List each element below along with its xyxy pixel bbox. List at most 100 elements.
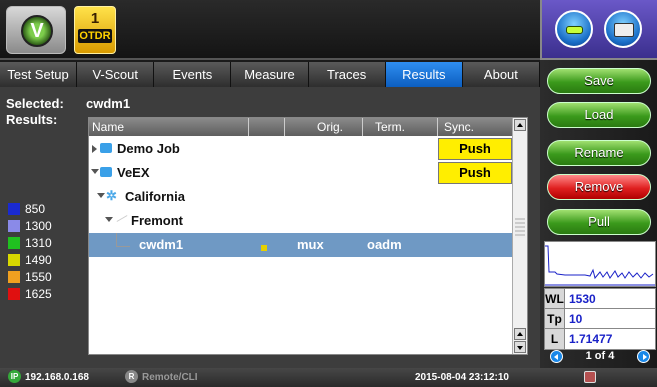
next-page-button[interactable] — [637, 350, 650, 363]
ip-status: IP 192.168.0.168 — [8, 368, 89, 387]
table-row[interactable]: Demo Job Push — [89, 137, 512, 161]
pulse-width-readout: Tp 10 — [544, 308, 656, 330]
collapse-arrow-icon[interactable] — [91, 169, 99, 174]
tab-v-scout[interactable]: V-Scout — [77, 62, 155, 87]
table-header: Name Orig. Term. Sync. — [89, 118, 512, 136]
column-header-sync[interactable]: Sync. — [438, 118, 512, 136]
results-tree-table: Name Orig. Term. Sync. Demo Job Push VeE… — [88, 117, 528, 355]
right-top-bar — [540, 0, 657, 60]
scroll-down-button[interactable] — [514, 341, 526, 353]
ip-badge-icon: IP — [8, 370, 21, 383]
legend-item: 1490 — [8, 252, 78, 268]
row-name: cwdm1 — [139, 237, 184, 252]
site-gear-icon: ✲ — [106, 188, 117, 203]
row-name: California — [125, 189, 185, 204]
column-header-blank — [249, 118, 285, 136]
wl-value: 1530 — [569, 292, 596, 306]
load-button[interactable]: Load — [547, 102, 651, 128]
tp-value: 10 — [569, 312, 583, 326]
table-row[interactable]: ✲ California — [89, 185, 512, 209]
tab-results[interactable]: Results — [385, 62, 463, 87]
datetime: 2015-08-04 23:12:10 — [415, 372, 509, 383]
table-row[interactable]: Fremont — [89, 209, 512, 233]
legend-label: 1300 — [25, 219, 52, 233]
legend-item: 1625 — [8, 286, 78, 302]
rename-button[interactable]: Rename — [547, 140, 651, 166]
legend-swatch — [8, 254, 20, 266]
top-header: V 1 OTDR — [0, 0, 540, 60]
scroll-grip[interactable] — [515, 218, 525, 238]
trace-thumbnail[interactable] — [544, 241, 656, 287]
app-logo-button[interactable]: V — [6, 6, 66, 54]
left-arrow-icon — [554, 354, 558, 360]
remove-button[interactable]: Remove — [547, 174, 651, 200]
remote-status: R Remote/CLI — [125, 368, 198, 387]
results-label: Results: — [6, 112, 58, 127]
table-row-selected[interactable]: cwdm1 mux oadm — [89, 233, 512, 257]
tree-line-icon — [116, 233, 130, 247]
table-row[interactable]: VeEX Push — [89, 161, 512, 185]
link-icon — [116, 215, 128, 222]
column-header-orig[interactable]: Orig. — [285, 118, 363, 136]
column-header-name[interactable]: Name — [89, 118, 249, 136]
vertical-scrollbar[interactable] — [512, 118, 527, 354]
expand-arrow-icon[interactable] — [92, 145, 97, 153]
collapse-arrow-icon[interactable] — [105, 217, 113, 222]
row-term: oadm — [367, 237, 402, 252]
row-orig: mux — [297, 237, 324, 252]
legend-swatch — [8, 203, 20, 215]
remote-badge-icon: R — [125, 370, 138, 383]
push-button[interactable]: Push — [438, 162, 512, 184]
wavelength-readout: WL 1530 — [544, 288, 656, 310]
legend-label: 1490 — [25, 253, 52, 267]
length-readout: L 1.71477 — [544, 328, 656, 350]
legend-swatch — [8, 271, 20, 283]
page-indicator: 1 of 4 — [585, 350, 615, 362]
l-value: 1.71477 — [569, 332, 613, 346]
tab-events[interactable]: Events — [154, 62, 232, 87]
legend-swatch — [8, 237, 20, 249]
mode-number: 1 — [90, 10, 100, 27]
legend-swatch — [8, 288, 20, 300]
minus-icon — [566, 26, 583, 34]
mode-label: OTDR — [78, 29, 112, 43]
tab-test-setup[interactable]: Test Setup — [0, 62, 78, 87]
tab-traces[interactable]: Traces — [308, 62, 386, 87]
scroll-up-button[interactable] — [514, 119, 526, 131]
legend-item: 850 — [8, 201, 78, 217]
pull-button[interactable]: Pull — [547, 209, 651, 235]
row-name: Demo Job — [117, 141, 180, 156]
l-key: L — [545, 329, 565, 349]
legend-swatch — [8, 220, 20, 232]
scroll-page-up-button[interactable] — [514, 328, 526, 340]
folder-icon — [100, 167, 112, 177]
row-name: Fremont — [131, 213, 183, 228]
folder-icon — [614, 23, 634, 37]
veex-logo-icon: V — [21, 15, 53, 47]
column-header-term[interactable]: Term. — [363, 118, 438, 136]
legend-item: 1550 — [8, 269, 78, 285]
save-button[interactable]: Save — [547, 68, 651, 94]
otdr-mode-button[interactable]: 1 OTDR — [74, 6, 116, 54]
remote-label: Remote/CLI — [142, 372, 198, 383]
collapse-arrow-icon[interactable] — [97, 193, 105, 198]
ip-address: 192.168.0.168 — [25, 372, 89, 383]
legend-label: 1625 — [25, 287, 52, 301]
tab-measure[interactable]: Measure — [231, 62, 309, 87]
otdr-screen: V 1 OTDR Test Setup V-Scout Events Measu… — [0, 0, 657, 387]
previous-page-button[interactable] — [550, 350, 563, 363]
selected-value: cwdm1 — [86, 96, 131, 111]
tab-about[interactable]: About — [462, 62, 540, 87]
push-button[interactable]: Push — [438, 138, 512, 160]
legend-label: 850 — [25, 202, 46, 216]
status-bar: IP 192.168.0.168 R Remote/CLI 2015-08-04 2… — [0, 368, 657, 387]
file-manager-button[interactable] — [604, 10, 642, 48]
legend-label: 1310 — [25, 236, 52, 250]
wl-key: WL — [545, 289, 565, 309]
row-name: VeEX — [117, 165, 150, 180]
trace-color-icon — [261, 245, 267, 251]
battery-icon — [584, 371, 596, 383]
selected-label: Selected: — [6, 96, 64, 111]
minimize-button[interactable] — [555, 10, 593, 48]
trace-pager: 1 of 4 — [544, 348, 656, 365]
